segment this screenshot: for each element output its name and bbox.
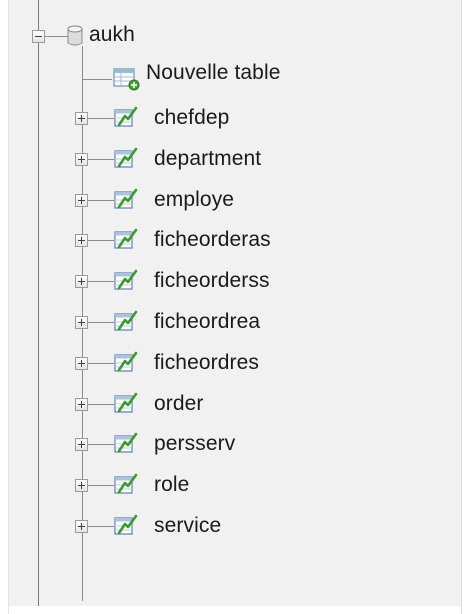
- database-icon: [67, 25, 83, 46]
- new-table-icon: [113, 68, 140, 91]
- expand-toggle-icon[interactable]: [75, 153, 88, 166]
- table-structure-icon: [114, 432, 138, 453]
- expand-toggle-icon[interactable]: [75, 398, 88, 411]
- tree-connector-main: [38, 0, 39, 614]
- expand-toggle-icon[interactable]: [75, 479, 88, 492]
- table-node-chefdep[interactable]: chefdep: [154, 103, 229, 133]
- table-node-department[interactable]: department: [154, 144, 261, 174]
- table-structure-icon: [114, 188, 138, 209]
- table-name: department: [154, 147, 262, 170]
- database-name: aukh: [89, 23, 135, 46]
- table-node-ficheorderas[interactable]: ficheorderas: [154, 225, 271, 255]
- table-node-ficheordrea[interactable]: ficheordrea: [154, 307, 260, 337]
- table-node-order[interactable]: order: [154, 389, 204, 419]
- table-structure-icon: [114, 147, 138, 168]
- panel-bottom-edge: [9, 606, 461, 614]
- navigation-tree-panel: aukh Nouvelle table chefdep department e…: [8, 0, 462, 614]
- collapse-toggle-icon[interactable]: [32, 30, 45, 43]
- table-structure-icon: [114, 351, 138, 372]
- table-name: ficheorderss: [154, 269, 270, 292]
- table-node-employe[interactable]: employe: [154, 185, 234, 215]
- new-table-label: Nouvelle table: [146, 61, 281, 84]
- table-name: ficheorderas: [154, 228, 271, 251]
- expand-toggle-icon[interactable]: [75, 275, 88, 288]
- table-structure-icon: [114, 228, 138, 249]
- table-node-role[interactable]: role: [154, 470, 189, 500]
- table-node-ficheorderss[interactable]: ficheorderss: [154, 266, 270, 296]
- expand-toggle-icon[interactable]: [75, 316, 88, 329]
- new-table-node[interactable]: Nouvelle table: [146, 58, 281, 88]
- table-node-service[interactable]: service: [154, 511, 221, 541]
- expand-toggle-icon[interactable]: [75, 112, 88, 125]
- table-name: persserv: [154, 432, 236, 455]
- expand-toggle-icon[interactable]: [75, 234, 88, 247]
- table-name: order: [154, 392, 204, 415]
- table-name: ficheordres: [154, 351, 259, 374]
- table-node-ficheordres[interactable]: ficheordres: [154, 348, 259, 378]
- table-structure-icon: [114, 269, 138, 290]
- table-name: chefdep: [154, 106, 230, 129]
- table-structure-icon: [114, 473, 138, 494]
- table-structure-icon: [114, 106, 138, 127]
- table-node-persserv[interactable]: persserv: [154, 429, 235, 459]
- table-structure-icon: [114, 514, 138, 535]
- table-name: ficheordrea: [154, 310, 261, 333]
- database-node-aukh[interactable]: aukh: [89, 20, 135, 50]
- tree-branch-line: [82, 79, 112, 80]
- expand-toggle-icon[interactable]: [75, 194, 88, 207]
- table-name: employe: [154, 188, 235, 211]
- table-name: role: [154, 473, 190, 496]
- expand-toggle-icon[interactable]: [75, 520, 88, 533]
- expand-toggle-icon[interactable]: [75, 357, 88, 370]
- table-structure-icon: [114, 310, 138, 331]
- table-structure-icon: [114, 392, 138, 413]
- expand-toggle-icon[interactable]: [75, 438, 88, 451]
- table-name: service: [154, 514, 222, 537]
